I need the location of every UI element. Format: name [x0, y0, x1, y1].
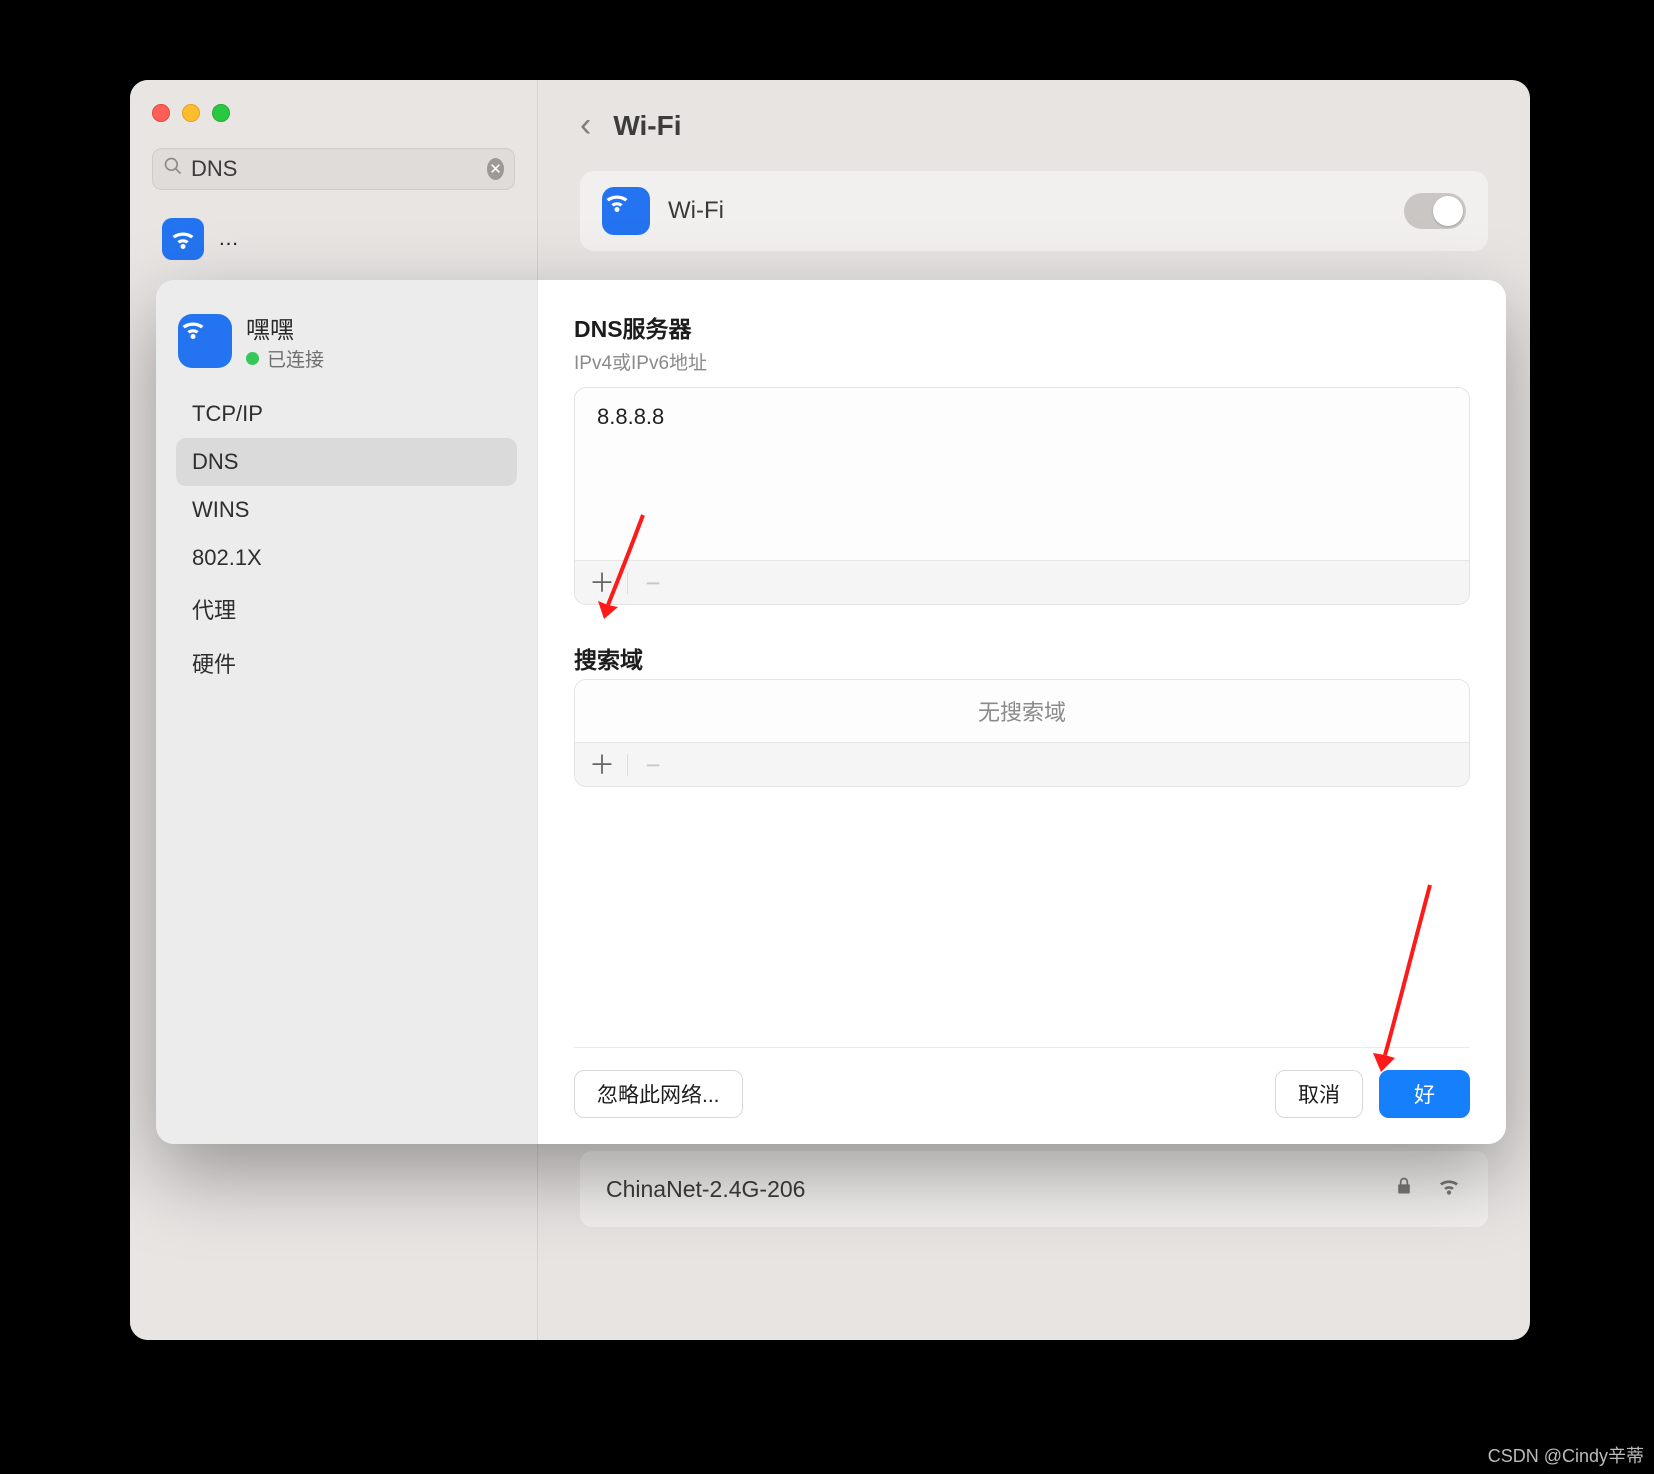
wifi-toggle[interactable] [1404, 193, 1466, 229]
wifi-icon [178, 314, 232, 368]
add-domain-button[interactable]: ＋ [589, 752, 615, 778]
search-domains-title: 搜索域 [574, 641, 1470, 675]
dns-servers-list: 8.8.8.8 ＋ − [574, 387, 1470, 605]
dns-servers-body[interactable]: 8.8.8.8 [575, 388, 1469, 560]
forget-network-button[interactable]: 忽略此网络... [574, 1070, 743, 1118]
sidebar-item-label: … [218, 227, 239, 251]
lock-icon [1394, 1176, 1414, 1202]
back-button[interactable]: ‹ [580, 106, 591, 145]
sidebar-item-network[interactable]: … [152, 212, 515, 266]
modal-footer: 忽略此网络... 取消 好 [574, 1047, 1470, 1144]
tab-list: TCP/IP DNS WINS 802.1X 代理 硬件 [176, 390, 517, 690]
search-domains-empty[interactable]: 无搜索域 [575, 680, 1469, 742]
network-header: 嘿嘿 已连接 [178, 310, 515, 372]
network-status-label: 已连接 [267, 345, 324, 372]
wifi-master-card: Wi-Fi [580, 171, 1488, 251]
network-name: ChinaNet-2.4G-206 [606, 1176, 1372, 1203]
network-detail-modal: 嘿嘿 已连接 TCP/IP DNS WINS 802.1X 代理 硬件 DNS服… [156, 280, 1506, 1144]
search-field[interactable]: ✕ [152, 148, 515, 190]
network-row[interactable]: ChinaNet-2.4G-206 [580, 1151, 1488, 1227]
wifi-card-title: Wi-Fi [668, 197, 724, 225]
search-icon [163, 156, 183, 182]
ok-button[interactable]: 好 [1379, 1070, 1470, 1118]
status-dot-icon [246, 352, 259, 365]
close-window-button[interactable] [152, 104, 170, 122]
tab-8021x[interactable]: 802.1X [176, 534, 517, 582]
modal-content: DNS服务器 IPv4或IPv6地址 8.8.8.8 ＋ − 搜索域 无搜索域 … [538, 280, 1506, 1144]
search-domains-list: 无搜索域 ＋ − [574, 679, 1470, 787]
dns-entry[interactable]: 8.8.8.8 [597, 400, 1447, 434]
tab-wins[interactable]: WINS [176, 486, 517, 534]
tab-tcpip[interactable]: TCP/IP [176, 390, 517, 438]
search-input[interactable] [191, 156, 479, 182]
tab-dns[interactable]: DNS [176, 438, 517, 486]
wifi-signal-icon [1436, 1173, 1462, 1205]
remove-dns-button[interactable]: − [640, 570, 666, 596]
maximize-window-button[interactable] [212, 104, 230, 122]
clear-search-button[interactable]: ✕ [487, 158, 504, 180]
main-header: ‹ Wi-Fi [580, 80, 1488, 171]
network-status: 已连接 [246, 345, 324, 372]
divider [627, 754, 628, 776]
dns-servers-subtitle: IPv4或IPv6地址 [574, 348, 1470, 375]
dns-servers-title: DNS服务器 [574, 310, 1470, 344]
remove-domain-button[interactable]: − [640, 752, 666, 778]
search-domains-footer: ＋ − [575, 742, 1469, 786]
minimize-window-button[interactable] [182, 104, 200, 122]
network-name: 嘿嘿 [246, 310, 324, 345]
divider [627, 572, 628, 594]
tab-proxy[interactable]: 代理 [176, 582, 517, 636]
add-dns-button[interactable]: ＋ [589, 570, 615, 596]
tab-hardware[interactable]: 硬件 [176, 636, 517, 690]
wifi-icon [602, 187, 650, 235]
watermark: CSDN @Cindy辛蒂 [1488, 1442, 1644, 1468]
page-title: Wi-Fi [613, 110, 681, 142]
modal-sidebar: 嘿嘿 已连接 TCP/IP DNS WINS 802.1X 代理 硬件 [156, 280, 538, 1144]
cancel-button[interactable]: 取消 [1275, 1070, 1363, 1118]
network-icon [162, 218, 204, 260]
window-controls [152, 104, 515, 122]
dns-list-footer: ＋ − [575, 560, 1469, 604]
